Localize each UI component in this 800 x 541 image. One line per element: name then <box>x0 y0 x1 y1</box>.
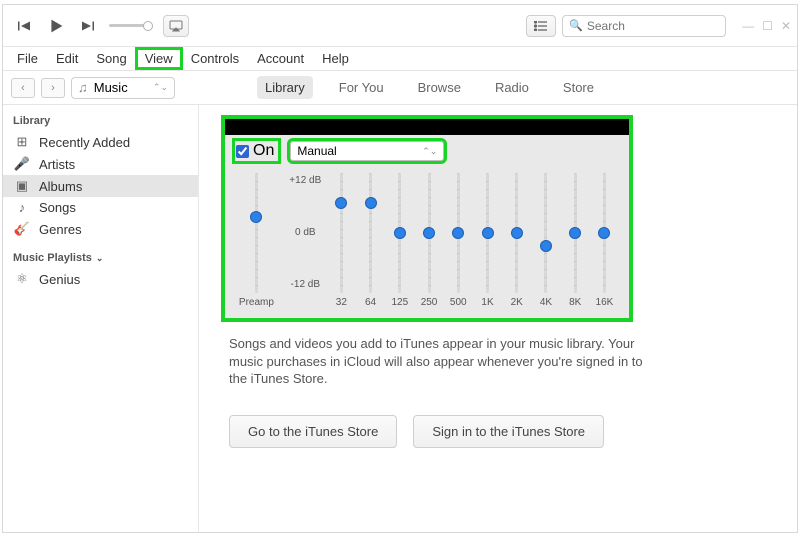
sidebar-section-library: Library <box>3 111 198 131</box>
eq-db-scale: +12 dB0 dB-12 dB <box>284 173 327 308</box>
eq-band-label: 64 <box>365 297 376 308</box>
source-selector[interactable]: ♫ Music ⌃⌄ <box>71 77 175 99</box>
sidebar-item-recently-added[interactable]: ⊞ Recently Added <box>3 131 198 153</box>
chevron-updown-icon: ⌃⌄ <box>422 146 437 157</box>
equalizer-on-toggle[interactable]: On <box>235 141 278 161</box>
titlebar-right: 🔍 — ☐ ✕ <box>526 15 791 37</box>
menu-controls[interactable]: Controls <box>183 49 247 68</box>
search-input[interactable] <box>587 19 719 33</box>
equalizer-top-row: On Manual ⌃⌄ <box>225 135 629 167</box>
eq-band-label: 125 <box>391 297 408 308</box>
eq-band-64[interactable]: 64 <box>356 173 385 308</box>
go-to-store-button[interactable]: Go to the iTunes Store <box>229 415 397 448</box>
eq-band-2K[interactable]: 2K <box>502 173 531 308</box>
genius-icon: ⚛ <box>13 271 31 287</box>
tab-library[interactable]: Library <box>257 76 313 99</box>
menu-account[interactable]: Account <box>249 49 312 68</box>
sidebar-item-label: Genius <box>39 272 80 287</box>
tab-radio[interactable]: Radio <box>487 76 537 99</box>
menu-view[interactable]: View <box>137 49 181 68</box>
source-label: Music <box>94 80 128 95</box>
sidebar: Library ⊞ Recently Added 🎤 Artists ▣ Albums ♪ S… <box>3 105 199 532</box>
eq-band-32[interactable]: 32 <box>327 173 356 308</box>
airplay-button[interactable] <box>163 15 189 37</box>
next-button[interactable] <box>73 11 103 41</box>
chevron-down-icon: ⌄ <box>96 253 104 264</box>
window-controls: — ☐ ✕ <box>742 19 791 33</box>
equalizer-on-label: On <box>253 142 274 160</box>
itunes-window: 🔍 — ☐ ✕ FileEditSongViewControlsAccountH… <box>2 4 798 533</box>
equalizer-titlebar[interactable] <box>225 119 629 135</box>
eq-band-250[interactable]: 250 <box>414 173 443 308</box>
sidebar-item-songs[interactable]: ♪ Songs <box>3 197 198 218</box>
eq-band-label: 4K <box>540 297 552 308</box>
sidebar-item-label: Artists <box>39 157 75 172</box>
titlebar: 🔍 — ☐ ✕ <box>3 5 797 47</box>
menubar: FileEditSongViewControlsAccountHelp <box>3 47 797 71</box>
eq-band-label: 1K <box>481 297 493 308</box>
prev-button[interactable] <box>9 11 39 41</box>
sidebar-section-playlists: Music Playlists ⌄ <box>3 248 198 268</box>
eq-band-1K[interactable]: 1K <box>473 173 502 308</box>
sidebar-item-genres[interactable]: 🎸 Genres <box>3 218 198 240</box>
eq-band-500[interactable]: 500 <box>444 173 473 308</box>
play-button[interactable] <box>41 11 71 41</box>
music-note-icon: ♫ <box>78 80 88 95</box>
mic-icon: 🎤 <box>13 156 31 172</box>
menu-help[interactable]: Help <box>314 49 357 68</box>
eq-band-16K[interactable]: 16K <box>590 173 619 308</box>
chevron-updown-icon: ⌃⌄ <box>153 82 168 93</box>
search-icon: 🔍 <box>569 19 583 32</box>
sidebar-item-label: Recently Added <box>39 135 130 150</box>
eq-band-125[interactable]: 125 <box>385 173 414 308</box>
tab-for-you[interactable]: For You <box>331 76 392 99</box>
eq-preamp-label: Preamp <box>239 297 274 308</box>
eq-band-label: 8K <box>569 297 581 308</box>
body: Library ⊞ Recently Added 🎤 Artists ▣ Albums ♪ S… <box>3 105 797 532</box>
tab-browse[interactable]: Browse <box>410 76 469 99</box>
menu-file[interactable]: File <box>9 49 46 68</box>
eq-band-label: 32 <box>336 297 347 308</box>
note-icon: ♪ <box>13 200 31 215</box>
eq-band-4K[interactable]: 4K <box>531 173 560 308</box>
tab-store[interactable]: Store <box>555 76 602 99</box>
equalizer-on-checkbox[interactable] <box>236 145 249 158</box>
close-button[interactable]: ✕ <box>781 19 791 33</box>
eq-preamp-slider[interactable]: Preamp <box>235 173 278 308</box>
store-buttons: Go to the iTunes Store Sign in to the iT… <box>229 415 604 448</box>
sidebar-item-label: Albums <box>39 179 82 194</box>
eq-band-label: 16K <box>596 297 614 308</box>
search-field[interactable]: 🔍 <box>562 15 726 37</box>
equalizer-preset-value: Manual <box>297 144 336 158</box>
eq-band-label: 500 <box>450 297 467 308</box>
content-tabs: Library For You Browse Radio Store <box>257 76 602 99</box>
clock-icon: ⊞ <box>13 134 31 150</box>
eq-band-label: 250 <box>421 297 438 308</box>
guitar-icon: 🎸 <box>13 221 31 237</box>
volume-slider[interactable] <box>109 21 153 31</box>
nav-toolbar: ‹ › ♫ Music ⌃⌄ Library For You Browse Radio… <box>3 71 797 105</box>
menu-song[interactable]: Song <box>88 49 134 68</box>
maximize-button[interactable]: ☐ <box>762 19 773 33</box>
album-icon: ▣ <box>13 178 31 194</box>
sidebar-item-label: Genres <box>39 222 82 237</box>
forward-button[interactable]: › <box>41 78 65 98</box>
playback-controls <box>9 11 189 41</box>
sidebar-item-albums[interactable]: ▣ Albums <box>3 175 198 197</box>
equalizer-panel: On Manual ⌃⌄ Preamp +12 dB0 dB-12 dB 32 64 1… <box>221 115 633 322</box>
equalizer-preset-select[interactable]: Manual ⌃⌄ <box>290 141 444 161</box>
sidebar-item-genius[interactable]: ⚛ Genius <box>3 268 198 290</box>
sidebar-item-label: Songs <box>39 200 76 215</box>
minimize-button[interactable]: — <box>742 19 754 33</box>
eq-band-label: 2K <box>511 297 523 308</box>
back-button[interactable]: ‹ <box>11 78 35 98</box>
library-info-text: Songs and videos you add to iTunes appea… <box>229 335 659 388</box>
sign-in-store-button[interactable]: Sign in to the iTunes Store <box>413 415 604 448</box>
eq-band-8K[interactable]: 8K <box>561 173 590 308</box>
list-view-button[interactable] <box>526 15 556 37</box>
content-area: On Manual ⌃⌄ Preamp +12 dB0 dB-12 dB 32 64 1… <box>199 105 797 532</box>
equalizer-sliders: Preamp +12 dB0 dB-12 dB 32 64 125 250 500 1K 2K 4… <box>225 167 629 318</box>
menu-edit[interactable]: Edit <box>48 49 86 68</box>
sidebar-item-artists[interactable]: 🎤 Artists <box>3 153 198 175</box>
